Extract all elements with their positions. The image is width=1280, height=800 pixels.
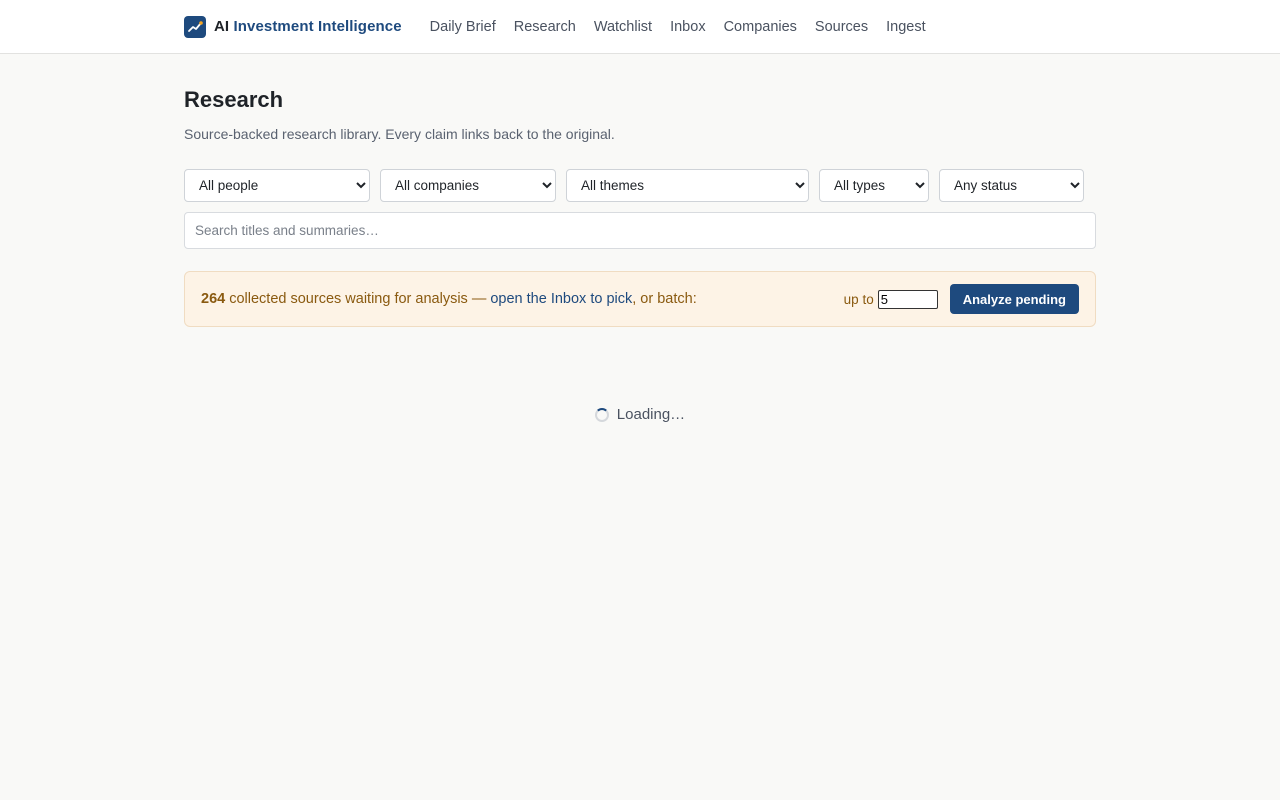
top-navigation-bar: AI Investment Intelligence Daily Brief R…	[0, 0, 1280, 54]
brand-prefix: AI	[214, 18, 230, 35]
topbar-inner: AI Investment Intelligence Daily Brief R…	[184, 0, 1096, 53]
spinner-icon	[594, 407, 609, 422]
trend-chart-icon	[184, 15, 206, 38]
pending-analysis-banner: 264 collected sources waiting for analys…	[184, 271, 1096, 327]
banner-suffix: , or batch:	[632, 291, 697, 307]
nav-item-daily-brief[interactable]: Daily Brief	[430, 19, 496, 35]
loading-text: Loading…	[616, 406, 686, 423]
main-nav: Daily Brief Research Watchlist Inbox Com…	[430, 19, 944, 35]
loading-indicator: Loading…	[184, 406, 1096, 423]
main-content: Research Source-backed research library.…	[184, 54, 1096, 423]
types-filter-select[interactable]: All types	[819, 169, 929, 202]
pending-count: 264	[201, 291, 226, 307]
page-title: Research	[184, 87, 284, 112]
status-filter-select[interactable]: Any status	[939, 169, 1084, 202]
analyze-pending-button[interactable]: Analyze pending	[949, 284, 1079, 314]
nav-item-sources[interactable]: Sources	[815, 19, 868, 35]
upto-label: up to	[843, 291, 874, 307]
people-filter-select[interactable]: All people	[184, 169, 370, 202]
banner-text: collected sources waiting for analysis —	[225, 291, 491, 307]
nav-item-ingest[interactable]: Ingest	[886, 19, 926, 35]
filter-bar: All people All companies All themes All …	[184, 169, 1096, 202]
open-inbox-link[interactable]: open the Inbox to pick	[490, 291, 632, 307]
nav-item-companies[interactable]: Companies	[724, 19, 797, 35]
banner-message: 264 collected sources waiting for analys…	[201, 291, 697, 307]
brand-name: Investment Intelligence	[233, 18, 402, 35]
brand[interactable]: AI Investment Intelligence	[184, 15, 402, 38]
nav-item-watchlist[interactable]: Watchlist	[594, 19, 652, 35]
page-subtitle: Source-backed research library. Every cl…	[184, 126, 615, 142]
themes-filter-select[interactable]: All themes	[566, 169, 809, 202]
brand-text: AI Investment Intelligence	[214, 18, 402, 35]
search-input[interactable]	[184, 212, 1096, 249]
batch-size-input[interactable]	[877, 289, 938, 309]
companies-filter-select[interactable]: All companies	[380, 169, 556, 202]
nav-item-inbox[interactable]: Inbox	[670, 19, 705, 35]
nav-item-research[interactable]: Research	[514, 19, 576, 35]
batch-controls: up to Analyze pending	[844, 284, 1079, 314]
